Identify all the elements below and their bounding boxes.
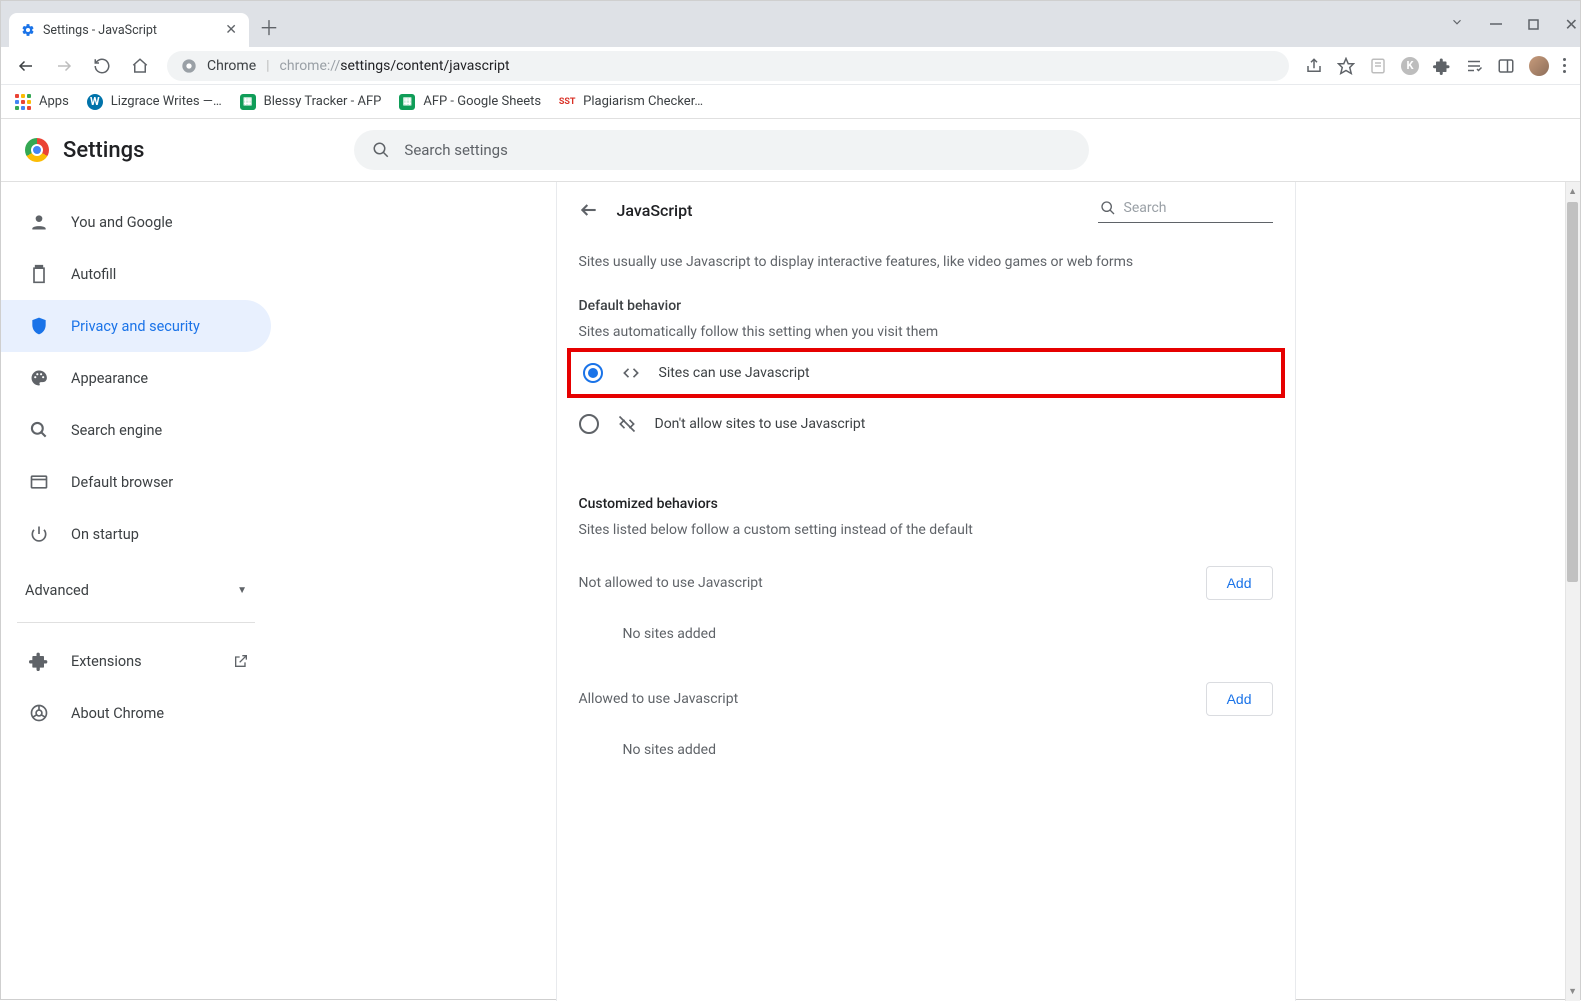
tab-search-button[interactable] bbox=[1450, 15, 1464, 29]
extensions-puzzle-icon[interactable] bbox=[1433, 57, 1451, 75]
scrollbar-thumb[interactable] bbox=[1567, 202, 1578, 582]
bookmark-item[interactable]: SST Plagiarism Checker… bbox=[559, 94, 703, 110]
clipboard-icon bbox=[29, 264, 49, 284]
power-icon bbox=[29, 524, 49, 544]
page-title: JavaScript bbox=[617, 201, 693, 220]
sidebar-item-search-engine[interactable]: Search engine bbox=[1, 404, 271, 456]
sidepanel-icon[interactable] bbox=[1497, 57, 1515, 75]
puzzle-icon bbox=[29, 651, 49, 671]
sidebar-item-on-startup[interactable]: On startup bbox=[1, 508, 271, 560]
chevron-down-icon: ▼ bbox=[237, 585, 247, 596]
back-button[interactable] bbox=[9, 49, 43, 83]
shield-icon bbox=[29, 316, 49, 336]
scroll-up-arrow-icon[interactable]: ▲ bbox=[1568, 186, 1577, 197]
default-behavior-sub: Sites automatically follow this setting … bbox=[557, 314, 1295, 340]
not-allowed-empty: No sites added bbox=[557, 600, 1295, 642]
chrome-outline-icon bbox=[29, 703, 49, 723]
search-settings-input[interactable]: Search settings bbox=[354, 130, 1089, 170]
bookmark-apps[interactable]: Apps bbox=[15, 94, 69, 110]
chrome-logo-icon bbox=[25, 138, 49, 162]
bookmark-item[interactable]: ▦ Blessy Tracker - AFP bbox=[240, 94, 382, 110]
add-allowed-button[interactable]: Add bbox=[1206, 682, 1273, 716]
radio-sites-can-use-js[interactable]: Sites can use Javascript bbox=[583, 352, 1269, 394]
site-info-icon[interactable] bbox=[181, 58, 197, 74]
app-title: Settings bbox=[63, 138, 144, 163]
reader-icon[interactable] bbox=[1369, 57, 1387, 75]
customized-sub: Sites listed below follow a custom setti… bbox=[557, 512, 1295, 538]
close-window-button[interactable]: ✕ bbox=[1565, 15, 1578, 34]
tab-title: Settings - JavaScript bbox=[43, 23, 157, 38]
sidebar-item-you-and-google[interactable]: You and Google bbox=[1, 196, 271, 248]
scrollbar-track[interactable]: ▲ ▼ bbox=[1565, 182, 1580, 1001]
sidebar-item-default-browser[interactable]: Default browser bbox=[1, 456, 271, 508]
radio-dont-allow-js[interactable]: Don't allow sites to use Javascript bbox=[579, 398, 1273, 450]
maximize-window-button[interactable] bbox=[1528, 19, 1539, 30]
annotation-highlight: Sites can use Javascript bbox=[567, 348, 1285, 398]
forward-button[interactable] bbox=[47, 49, 81, 83]
wordpress-icon: W bbox=[87, 94, 103, 110]
browser-toolbar: Chrome | chrome://settings/content/javas… bbox=[1, 47, 1580, 85]
code-icon bbox=[621, 363, 641, 383]
url-text: chrome://settings/content/javascript bbox=[280, 58, 510, 74]
bookmarks-bar: Apps W Lizgrace Writes —… ▦ Blessy Track… bbox=[1, 85, 1580, 119]
close-tab-icon[interactable]: ✕ bbox=[225, 22, 237, 38]
radio-label: Sites can use Javascript bbox=[659, 365, 810, 381]
content-search-input[interactable]: Search bbox=[1098, 198, 1273, 223]
search-icon bbox=[372, 141, 390, 159]
allowed-heading: Allowed to use Javascript bbox=[579, 691, 739, 707]
settings-card: JavaScript Search Sites usually use Java… bbox=[556, 182, 1296, 1001]
sidebar-item-autofill[interactable]: Autofill bbox=[1, 248, 271, 300]
bookmark-item[interactable]: W Lizgrace Writes —… bbox=[87, 94, 222, 110]
share-icon[interactable] bbox=[1305, 57, 1323, 75]
sheets-icon: ▦ bbox=[399, 94, 415, 110]
window-icon bbox=[29, 472, 49, 492]
customized-heading: Customized behaviors bbox=[557, 450, 1295, 512]
settings-header: Settings Search settings bbox=[1, 119, 1580, 182]
radio-selected-icon bbox=[583, 363, 603, 383]
settings-sidebar: You and Google Autofill Privacy and secu… bbox=[1, 182, 271, 1001]
allowed-empty: No sites added bbox=[557, 716, 1295, 758]
kebab-menu-icon[interactable] bbox=[1563, 58, 1566, 73]
back-arrow-button[interactable] bbox=[579, 200, 599, 220]
reading-list-icon[interactable] bbox=[1465, 57, 1483, 75]
address-bar[interactable]: Chrome | chrome://settings/content/javas… bbox=[167, 51, 1289, 81]
description-text: Sites usually use Javascript to display … bbox=[557, 238, 1295, 270]
profile-k-icon[interactable]: K bbox=[1401, 57, 1419, 75]
not-allowed-heading: Not allowed to use Javascript bbox=[579, 575, 763, 591]
bookmark-star-icon[interactable] bbox=[1337, 57, 1355, 75]
url-scheme-label: Chrome bbox=[207, 58, 256, 74]
sidebar-item-extensions[interactable]: Extensions bbox=[1, 635, 271, 687]
scroll-down-arrow-icon[interactable]: ▼ bbox=[1568, 986, 1577, 997]
sheets-icon: ▦ bbox=[240, 94, 256, 110]
reload-button[interactable] bbox=[85, 49, 119, 83]
palette-icon bbox=[29, 368, 49, 388]
browser-tab-active[interactable]: Settings - JavaScript ✕ bbox=[9, 13, 249, 47]
sidebar-item-appearance[interactable]: Appearance bbox=[1, 352, 271, 404]
bookmark-item[interactable]: ▦ AFP - Google Sheets bbox=[399, 94, 541, 110]
sidebar-advanced-toggle[interactable]: Advanced ▼ bbox=[1, 570, 271, 610]
search-icon bbox=[29, 420, 49, 440]
sst-icon: SST bbox=[559, 94, 575, 110]
search-icon bbox=[1100, 200, 1116, 216]
apps-grid-icon bbox=[15, 94, 31, 110]
external-link-icon bbox=[233, 653, 249, 669]
minimize-window-button[interactable] bbox=[1490, 18, 1502, 30]
code-off-icon bbox=[617, 414, 637, 434]
radio-label: Don't allow sites to use Javascript bbox=[655, 416, 866, 432]
default-behavior-heading: Default behavior bbox=[557, 270, 1295, 314]
radio-unselected-icon bbox=[579, 414, 599, 434]
gear-icon bbox=[21, 23, 35, 37]
person-icon bbox=[29, 212, 49, 232]
sidebar-item-about-chrome[interactable]: About Chrome bbox=[1, 687, 271, 739]
profile-avatar[interactable] bbox=[1529, 56, 1549, 76]
sidebar-item-privacy-security[interactable]: Privacy and security bbox=[1, 300, 271, 352]
browser-tabstrip: Settings - JavaScript ✕ ＋ ✕ bbox=[1, 1, 1580, 47]
new-tab-button[interactable]: ＋ bbox=[259, 12, 279, 41]
add-not-allowed-button[interactable]: Add bbox=[1206, 566, 1273, 600]
home-button[interactable] bbox=[123, 49, 157, 83]
